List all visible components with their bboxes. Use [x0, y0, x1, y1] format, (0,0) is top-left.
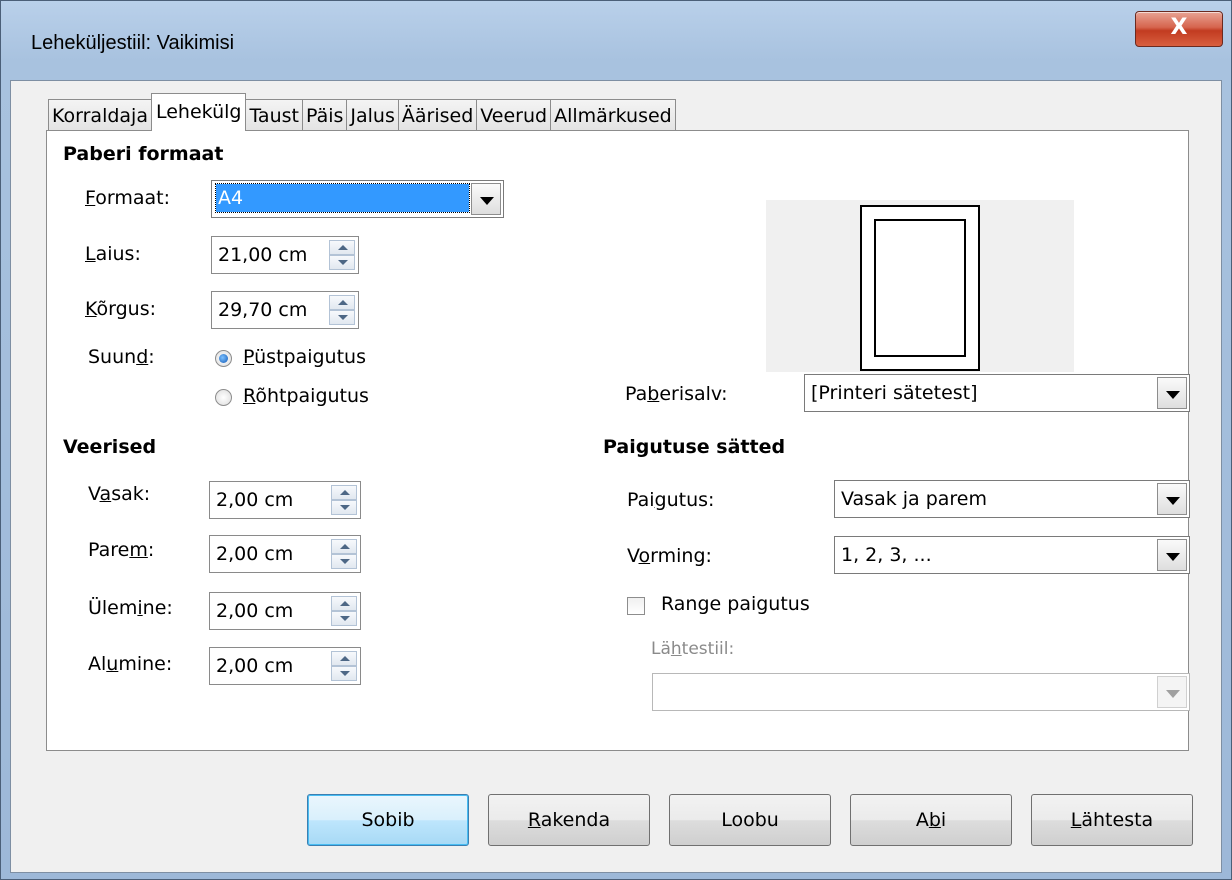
- register-true-label[interactable]: Range paigutus: [661, 593, 810, 615]
- margin-right-spinbox[interactable]: 2,00 cm: [209, 535, 361, 573]
- reference-style-select: [652, 673, 1190, 711]
- numbering-format-label: Vorming:: [627, 545, 712, 567]
- layout-label: Paigutus:: [627, 489, 715, 511]
- height-label: Kõrgus:: [85, 298, 157, 320]
- spin-up-icon[interactable]: [331, 596, 357, 611]
- spin-up-icon[interactable]: [331, 651, 357, 666]
- format-label: Formaat:: [85, 187, 171, 209]
- format-value: A4: [215, 183, 470, 213]
- chevron-down-icon[interactable]: [1157, 539, 1187, 571]
- margin-right-label: Parem:: [88, 539, 155, 561]
- title-bar[interactable]: Leheküljestiil: Vaikimisi X: [1, 1, 1231, 81]
- ok-button[interactable]: Sobib: [307, 794, 469, 846]
- tab-columns[interactable]: Veerud: [476, 99, 552, 131]
- chevron-down-icon[interactable]: [1157, 483, 1187, 515]
- numbering-format-select[interactable]: 1, 2, 3, ...: [834, 536, 1190, 574]
- margin-right-value: 2,00 cm: [216, 543, 294, 565]
- format-select[interactable]: A4: [211, 180, 504, 218]
- chevron-down-icon[interactable]: [1157, 377, 1187, 409]
- tab-panel-page: Paberi formaat Formaat: A4 Laius: 21,00 …: [46, 130, 1190, 751]
- cancel-button[interactable]: Loobu: [669, 794, 831, 846]
- paper-tray-value: [Printeri sätetest]: [811, 382, 978, 404]
- margin-bottom-label: Alumine:: [88, 653, 173, 675]
- portrait-label[interactable]: Püstpaigutus: [243, 346, 366, 368]
- layout-value: Vasak ja parem: [841, 488, 988, 510]
- tab-bar: Korraldaja Lehekülg Taust Päis Jalus Äär…: [48, 93, 676, 131]
- spin-down-icon[interactable]: [331, 554, 357, 569]
- margin-top-value: 2,00 cm: [216, 600, 294, 622]
- height-value: 29,70 cm: [218, 299, 308, 321]
- height-spinbox[interactable]: 29,70 cm: [211, 291, 359, 329]
- tab-borders[interactable]: Äärised: [397, 99, 478, 131]
- tab-organizer[interactable]: Korraldaja: [48, 99, 152, 131]
- margin-bottom-spinbox[interactable]: 2,00 cm: [209, 647, 361, 685]
- tab-footer[interactable]: Jalus: [346, 99, 399, 131]
- dialog-window: Leheküljestiil: Vaikimisi X Korraldaja L…: [0, 0, 1232, 880]
- width-label: Laius:: [85, 243, 141, 265]
- help-button[interactable]: Abi: [850, 794, 1012, 846]
- tab-footnote[interactable]: Allmärkused: [550, 99, 676, 131]
- layout-settings-heading: Paigutuse sätted: [603, 436, 786, 458]
- paper-format-heading: Paberi formaat: [63, 143, 224, 165]
- spin-up-icon[interactable]: [329, 240, 355, 255]
- tab-background[interactable]: Taust: [245, 99, 303, 131]
- numbering-format-value: 1, 2, 3, ...: [841, 544, 932, 566]
- apply-button[interactable]: Rakenda: [488, 794, 650, 846]
- width-spinbox[interactable]: 21,00 cm: [211, 236, 359, 274]
- width-value: 21,00 cm: [218, 244, 308, 266]
- close-button[interactable]: X: [1135, 11, 1223, 47]
- close-icon: X: [1170, 15, 1188, 40]
- reference-style-label: Lähtestiil:: [651, 639, 735, 659]
- spin-down-icon[interactable]: [331, 611, 357, 626]
- preview-page-icon: [860, 205, 980, 371]
- spin-down-icon[interactable]: [331, 666, 357, 681]
- window-title: Leheküljestiil: Vaikimisi: [31, 32, 235, 54]
- reset-button[interactable]: Lähtesta: [1031, 794, 1193, 846]
- spin-down-icon[interactable]: [329, 310, 355, 325]
- paper-tray-select[interactable]: [Printeri sätetest]: [804, 374, 1190, 412]
- paper-tray-label: Paberisalv:: [625, 383, 728, 405]
- chevron-down-icon[interactable]: [471, 183, 501, 215]
- layout-select[interactable]: Vasak ja parem: [834, 480, 1190, 518]
- spin-up-icon[interactable]: [329, 295, 355, 310]
- margin-top-label: Ülemine:: [88, 597, 173, 619]
- portrait-radio[interactable]: [215, 350, 232, 367]
- landscape-label[interactable]: Rõhtpaigutus: [243, 385, 369, 407]
- tab-page[interactable]: Lehekülg: [150, 93, 247, 131]
- tab-header[interactable]: Päis: [301, 99, 348, 131]
- margin-top-spinbox[interactable]: 2,00 cm: [209, 592, 361, 630]
- spin-up-icon[interactable]: [331, 485, 357, 500]
- margins-heading: Veerised: [63, 436, 157, 458]
- spin-down-icon[interactable]: [329, 255, 355, 270]
- spin-down-icon[interactable]: [331, 500, 357, 515]
- margin-left-label: Vasak:: [88, 483, 151, 505]
- margin-bottom-value: 2,00 cm: [216, 655, 294, 677]
- dialog-client-area: Korraldaja Lehekülg Taust Päis Jalus Äär…: [10, 80, 1222, 873]
- chevron-down-icon: [1157, 676, 1187, 708]
- orientation-label: Suund:: [88, 346, 155, 368]
- landscape-radio[interactable]: [215, 389, 232, 406]
- margin-left-value: 2,00 cm: [216, 489, 294, 511]
- register-true-checkbox[interactable]: [627, 597, 645, 615]
- margin-left-spinbox[interactable]: 2,00 cm: [209, 481, 361, 519]
- page-preview: [766, 200, 1074, 372]
- spin-up-icon[interactable]: [331, 539, 357, 554]
